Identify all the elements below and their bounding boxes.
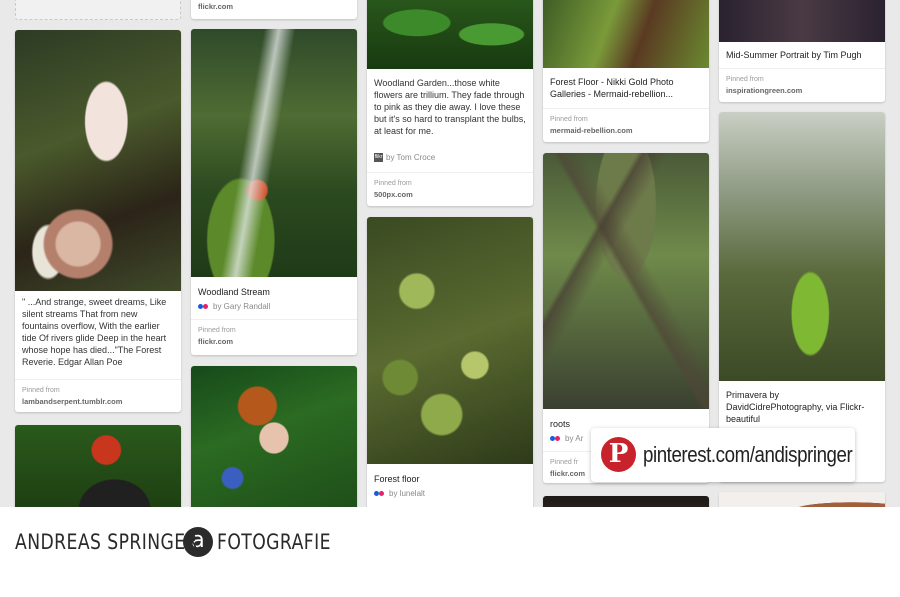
divider — [543, 108, 709, 109]
pin-title: Woodland Stream — [198, 287, 270, 297]
pinned-source-link[interactable]: lambandserpent.tumblr.com — [22, 397, 122, 406]
pinned-source-link[interactable]: flickr.com — [198, 337, 233, 346]
pin-card-lady[interactable] — [191, 366, 357, 507]
pin-byline[interactable]: by Gary Randall — [198, 301, 350, 313]
flickr-icon — [374, 490, 386, 498]
pin-card-woodland-garden[interactable]: Woodland Garden...those white flowers ar… — [367, 0, 533, 206]
pin-description: Woodland Garden...those white flowers ar… — [374, 78, 526, 136]
pin-byline[interactable]: by lunelalt — [374, 488, 526, 500]
divider — [15, 379, 181, 380]
pinned-from-label: Pinned from — [374, 180, 412, 187]
pin-image[interactable] — [15, 30, 181, 291]
pin-description: " ...And strange, sweet dreams, Like sil… — [22, 297, 167, 367]
pinned-from-label: Pinned fr — [550, 459, 579, 466]
pin-card-mushroom[interactable]: " ...And strange, sweet dreams, Like sil… — [15, 30, 181, 412]
byline-text: by Ar — [565, 434, 584, 443]
byline-text: by lunelalt — [389, 489, 426, 498]
pin-image[interactable] — [543, 0, 709, 68]
pin-card-face[interactable] — [15, 425, 181, 507]
pinned-from-label: Pinned from — [198, 327, 236, 334]
pin-card-bottom[interactable] — [719, 492, 885, 507]
pin-description: Forest Floor - Nikki Gold Photo Gallerie… — [550, 77, 674, 99]
pin-card-forest-floor[interactable]: Forest floor by lunelalt — [367, 217, 533, 507]
pin-title: Forest floor — [374, 474, 420, 484]
pin-image[interactable] — [191, 366, 357, 507]
pin-image[interactable] — [719, 492, 885, 507]
pinterest-logo-icon: P — [601, 437, 636, 472]
pin-card-midsummer[interactable]: Mid-Summer Portrait by Tim Pugh Pinned f… — [719, 0, 885, 102]
pinned-source-link[interactable]: flickr.com — [198, 2, 233, 11]
pin-description: Mid-Summer Portrait by Tim Pugh — [726, 50, 862, 60]
byline-text: by Gary Randall — [213, 302, 271, 311]
pin-card-dark[interactable] — [543, 496, 709, 507]
pin-image[interactable] — [719, 0, 885, 42]
pin-image[interactable] — [719, 112, 885, 381]
divider — [367, 172, 533, 173]
flickr-icon — [198, 303, 210, 311]
brand-lockup: ANDREAS SPRINGER a FOTOGRAFIE — [15, 526, 356, 558]
divider — [719, 68, 885, 69]
byline-text: by Tom Croce — [386, 153, 436, 162]
pinned-source-link[interactable]: 500px.com — [374, 190, 413, 199]
brand-suffix: FOTOGRAFIE — [217, 530, 331, 554]
pin-board: " ...And strange, sweet dreams, Like sil… — [0, 0, 900, 507]
pin-image[interactable] — [543, 496, 709, 507]
divider — [191, 319, 357, 320]
pinned-source-link[interactable]: flickr.com — [550, 469, 585, 478]
flickr-icon — [550, 435, 562, 443]
pin-card-woodland-stream[interactable]: Woodland Stream by Gary Randall Pinned f… — [191, 29, 357, 355]
pin-card-top[interactable]: flickr.com — [191, 0, 357, 19]
pinterest-badge[interactable]: P pinterest.com/andispringer — [591, 428, 855, 482]
pinterest-url[interactable]: pinterest.com/andispringer — [643, 442, 853, 468]
user-avatar: flikr — [374, 153, 383, 163]
pinned-from-label: Pinned from — [22, 387, 60, 394]
pin-image[interactable] — [367, 217, 533, 464]
brand-name: ANDREAS SPRINGER — [15, 530, 198, 554]
pin-card-primavera[interactable]: Primavera by DavidCidrePhotography, via … — [719, 112, 885, 482]
pin-byline[interactable]: flikr by Tom Croce — [374, 152, 526, 164]
footer-brand-bar: ANDREAS SPRINGER a FOTOGRAFIE — [0, 507, 900, 597]
pinned-from-label: Pinned from — [550, 116, 588, 123]
pinned-source-link[interactable]: mermaid-rebellion.com — [550, 126, 633, 135]
pin-image[interactable] — [367, 0, 533, 69]
pinned-from-label: Pinned from — [726, 76, 764, 83]
pin-description: Primavera by DavidCidrePhotography, via … — [726, 390, 865, 424]
pin-card-partial[interactable] — [15, 0, 181, 20]
pin-image[interactable] — [15, 425, 181, 507]
pin-card-forest-floor-nikki[interactable]: Forest Floor - Nikki Gold Photo Gallerie… — [543, 0, 709, 142]
pin-image[interactable] — [543, 153, 709, 409]
pin-image[interactable] — [191, 29, 357, 277]
pinned-source-link[interactable]: inspirationgreen.com — [726, 86, 802, 95]
